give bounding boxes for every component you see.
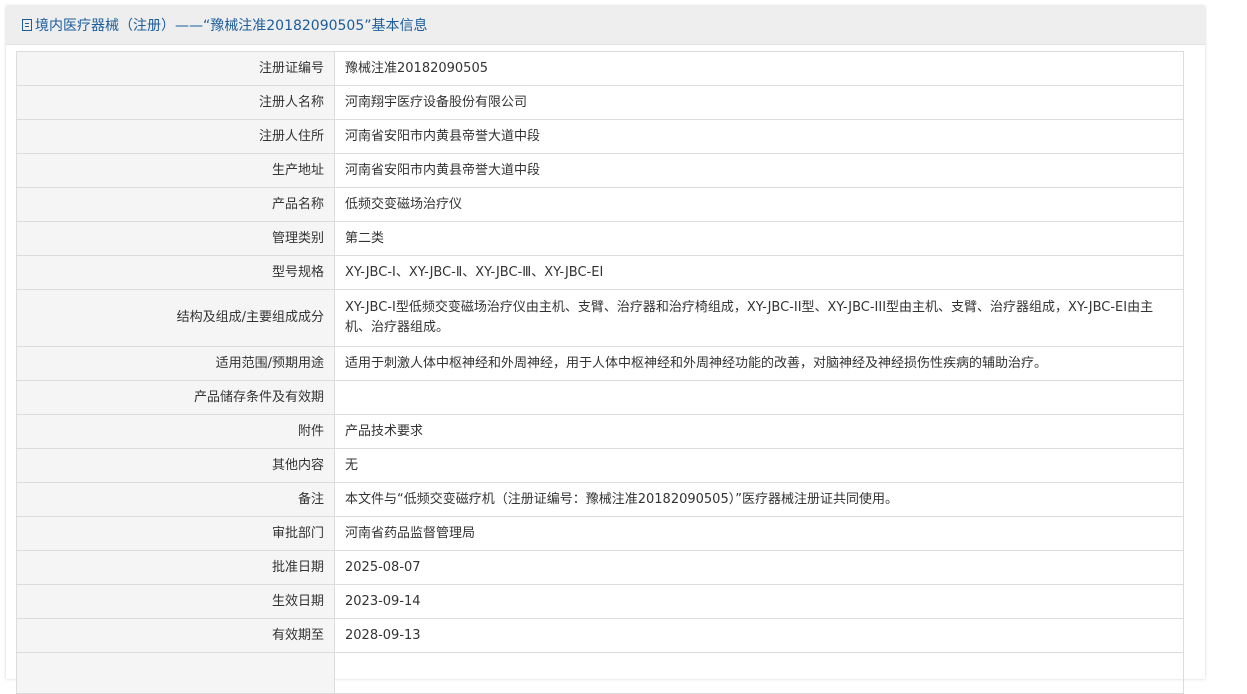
table-row: 注册人名称 河南翔宇医疗设备股份有限公司 — [16, 85, 1184, 120]
row-value-approval-date: 2025-08-07 — [334, 550, 1184, 585]
page-title: 境内医疗器械（注册）——“豫械注准20182090505”基本信息 — [35, 18, 428, 34]
table-row: 审批部门 河南省药品监督管理局 — [16, 516, 1184, 551]
row-label-intended-use: 适用范围/预期用途 — [16, 346, 335, 381]
row-value-registrant-address: 河南省安阳市内黄县帝誉大道中段 — [334, 119, 1184, 154]
row-label-storage: 产品储存条件及有效期 — [16, 380, 335, 415]
table-row: 其他内容 无 — [16, 448, 1184, 483]
row-value-registrant-name: 河南翔宇医疗设备股份有限公司 — [334, 85, 1184, 120]
row-value-production-address: 河南省安阳市内黄县帝誉大道中段 — [334, 153, 1184, 188]
row-value-management-class: 第二类 — [334, 221, 1184, 256]
row-value-other: 无 — [334, 448, 1184, 483]
row-label-other: 其他内容 — [16, 448, 335, 483]
row-label-attachment: 附件 — [16, 414, 335, 449]
table-row: 型号规格 XY-JBC-Ⅰ、XY-JBC-Ⅱ、XY-JBC-Ⅲ、XY-JBC-E… — [16, 255, 1184, 290]
row-label-management-class: 管理类别 — [16, 221, 335, 256]
row-value-empty — [334, 652, 1184, 694]
table-row: 生效日期 2023-09-14 — [16, 584, 1184, 619]
row-label-registration-no: 注册证编号 — [16, 51, 335, 86]
table-row: 备注 本文件与“低频交变磁疗机（注册证编号：豫械注准20182090505）”医… — [16, 482, 1184, 517]
row-label-structure: 结构及组成/主要组成成分 — [16, 289, 335, 347]
table-row: 注册证编号 豫械注准20182090505 — [16, 51, 1184, 86]
row-label-effective-date: 生效日期 — [16, 584, 335, 619]
info-table: 注册证编号 豫械注准20182090505 注册人名称 河南翔宇医疗设备股份有限… — [16, 51, 1184, 694]
row-value-remarks: 本文件与“低频交变磁疗机（注册证编号：豫械注准20182090505）”医疗器械… — [334, 482, 1184, 517]
row-label-approval-date: 批准日期 — [16, 550, 335, 585]
row-label-expiry-date: 有效期至 — [16, 618, 335, 653]
table-row: 产品名称 低频交变磁场治疗仪 — [16, 187, 1184, 222]
row-label-production-address: 生产地址 — [16, 153, 335, 188]
row-label-remarks: 备注 — [16, 482, 335, 517]
row-label-product-name: 产品名称 — [16, 187, 335, 222]
table-row: 批准日期 2025-08-07 — [16, 550, 1184, 585]
table-row: 附件 产品技术要求 — [16, 414, 1184, 449]
row-value-expiry-date: 2028-09-13 — [334, 618, 1184, 653]
table-row: 管理类别 第二类 — [16, 221, 1184, 256]
row-label-registrant-address: 注册人住所 — [16, 119, 335, 154]
row-value-structure: XY-JBC-I型低频交变磁场治疗仪由主机、支臂、治疗器和治疗椅组成，XY-JB… — [334, 289, 1184, 347]
table-row: 有效期至 2028-09-13 — [16, 618, 1184, 653]
row-label-registrant-name: 注册人名称 — [16, 85, 335, 120]
row-value-intended-use: 适用于刺激人体中枢神经和外周神经，用于人体中枢神经和外周神经功能的改善，对脑神经… — [334, 346, 1184, 381]
table-row: 注册人住所 河南省安阳市内黄县帝誉大道中段 — [16, 119, 1184, 154]
row-label-approval-dept: 审批部门 — [16, 516, 335, 551]
row-value-attachment: 产品技术要求 — [334, 414, 1184, 449]
table-row: 产品储存条件及有效期 — [16, 380, 1184, 415]
table-row: 结构及组成/主要组成成分 XY-JBC-I型低频交变磁场治疗仪由主机、支臂、治疗… — [16, 289, 1184, 347]
table-row: 生产地址 河南省安阳市内黄县帝誉大道中段 — [16, 153, 1184, 188]
row-value-product-name: 低频交变磁场治疗仪 — [334, 187, 1184, 222]
document-icon — [22, 19, 32, 31]
row-value-storage — [334, 380, 1184, 415]
row-value-registration-no: 豫械注准20182090505 — [334, 51, 1184, 86]
table-row: 适用范围/预期用途 适用于刺激人体中枢神经和外周神经，用于人体中枢神经和外周神经… — [16, 346, 1184, 381]
row-label-empty — [16, 652, 335, 694]
panel-header: 境内医疗器械（注册）——“豫械注准20182090505”基本信息 — [6, 6, 1205, 45]
table-row — [16, 652, 1184, 694]
row-label-model-spec: 型号规格 — [16, 255, 335, 290]
row-value-model-spec: XY-JBC-Ⅰ、XY-JBC-Ⅱ、XY-JBC-Ⅲ、XY-JBC-EI — [334, 255, 1184, 290]
row-value-approval-dept: 河南省药品监督管理局 — [334, 516, 1184, 551]
row-value-effective-date: 2023-09-14 — [334, 584, 1184, 619]
